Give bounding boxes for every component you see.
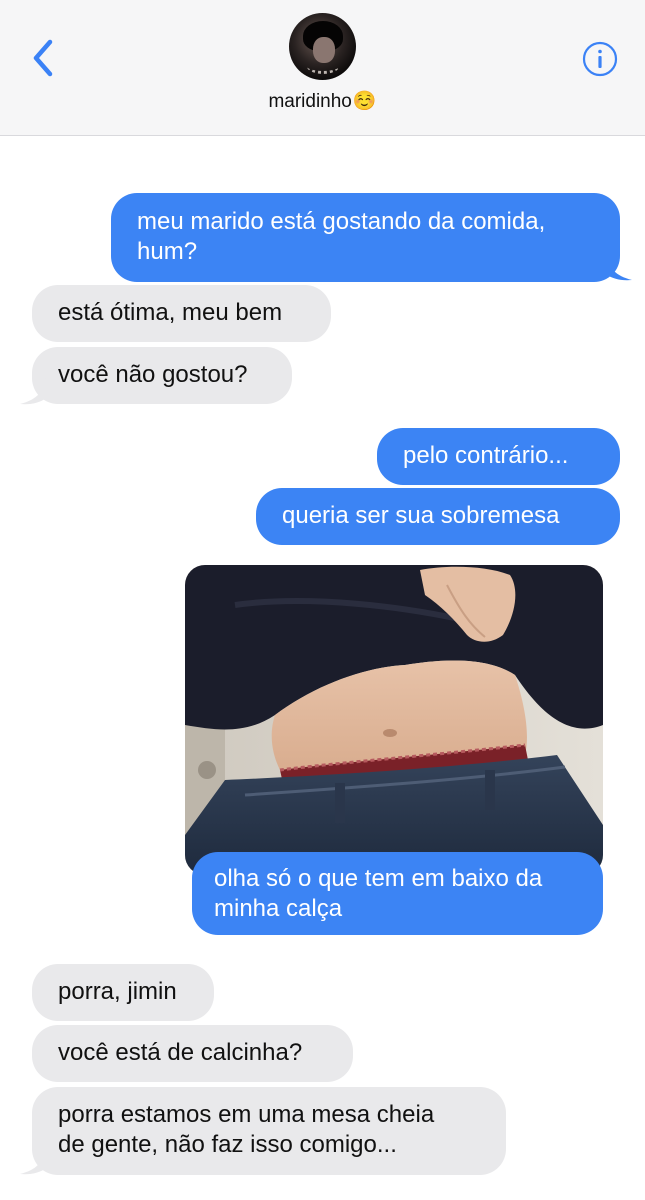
bubble-tail-received	[20, 378, 46, 405]
message-text-line: você não gostou?	[58, 361, 248, 388]
info-button[interactable]	[582, 41, 618, 77]
contact-avatar[interactable]	[289, 13, 356, 80]
message-text-line: minha calça	[214, 895, 343, 922]
bubble-tail-sent	[606, 254, 632, 281]
message-bubble-received[interactable]: você está de calcinha?	[32, 1025, 353, 1082]
message-bubble-received[interactable]: porra, jimin	[32, 964, 214, 1021]
info-icon	[582, 41, 618, 77]
message-bubble-sent[interactable]: pelo contrário...	[377, 428, 620, 485]
message-text-line: meu marido está gostando da comida,	[137, 208, 546, 235]
avatar-chain	[307, 59, 339, 74]
message-bubble-received[interactable]: você não gostou?	[32, 347, 292, 404]
message-text-line: queria ser sua sobremesa	[282, 502, 560, 529]
message-bubble-sent[interactable]: meu marido está gostando da comida, hum?	[111, 193, 620, 282]
message-bubble-received[interactable]: porra estamos em uma mesa cheia de gente…	[32, 1087, 506, 1175]
message-text-line: olha só o que tem em baixo da	[214, 865, 543, 892]
contact-name: maridinho	[268, 91, 352, 112]
message-photo[interactable]	[185, 565, 603, 875]
message-text-line: pelo contrário...	[403, 442, 569, 469]
contact-name-row[interactable]: maridinho☺️	[0, 89, 645, 113]
bubble-tail-received	[20, 1148, 46, 1175]
message-text-line: está ótima, meu bem	[58, 299, 283, 326]
message-text-line: de gente, não faz isso comigo...	[58, 1131, 397, 1158]
chevron-left-icon	[33, 39, 53, 77]
relieved-face-emoji-icon: ☺️	[352, 91, 377, 112]
message-bubble-sent[interactable]: olha só o que tem em baixo da minha calç…	[192, 852, 603, 935]
message-text-line: porra estamos em uma mesa cheia	[58, 1101, 435, 1128]
message-text-line: hum?	[137, 238, 198, 265]
message-text-line: porra, jimin	[58, 978, 177, 1005]
message-bubble-received[interactable]: está ótima, meu bem	[32, 285, 331, 342]
photo-image	[185, 565, 603, 875]
message-text-line: você está de calcinha?	[58, 1039, 303, 1066]
message-bubble-sent[interactable]: queria ser sua sobremesa	[256, 488, 620, 545]
back-button[interactable]	[26, 36, 62, 80]
conversation-header: maridinho☺️	[0, 0, 645, 136]
